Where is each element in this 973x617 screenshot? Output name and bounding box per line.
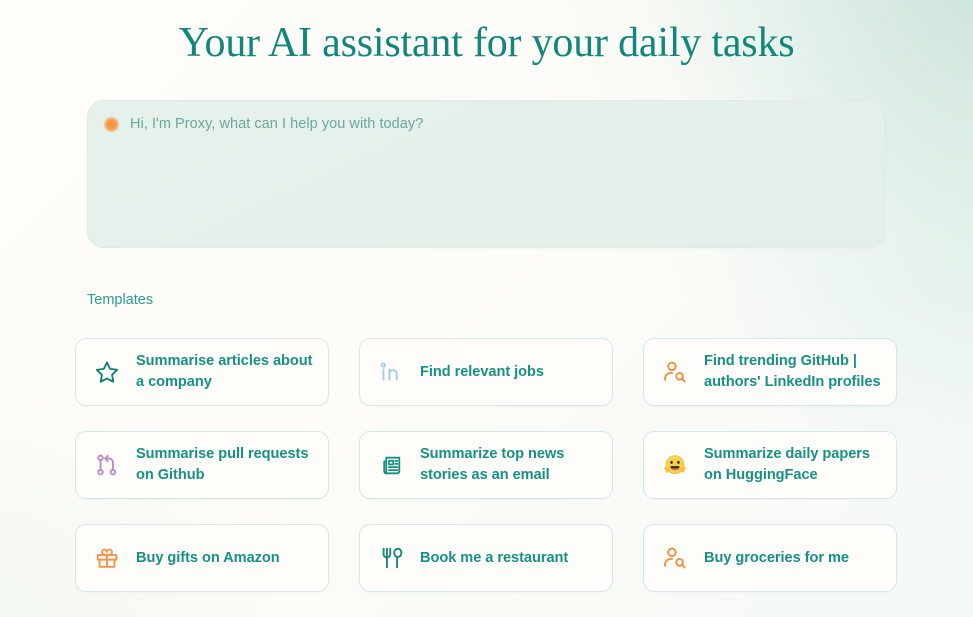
hugging-face-emoji-icon [660, 450, 690, 480]
git-pull-request-icon [92, 450, 122, 480]
utensils-icon [376, 543, 406, 573]
star-icon [92, 357, 122, 387]
chat-input-box[interactable]: Hi, I'm Proxy, what can I help you with … [87, 100, 885, 248]
template-card-label: Find relevant jobs [420, 363, 544, 380]
template-card-summarize-news[interactable]: Summarize top news stories as an email [359, 431, 613, 499]
chat-input-row: Hi, I'm Proxy, what can I help you with … [104, 113, 868, 135]
template-card-summarise-articles[interactable]: Summarise articles about a company [75, 338, 329, 406]
person-search-icon [660, 357, 690, 387]
chat-input-placeholder: Hi, I'm Proxy, what can I help you with … [130, 116, 424, 132]
template-card-label: Summarise articles about a company [136, 353, 313, 390]
proxy-orb-icon [104, 116, 119, 132]
linkedin-icon [376, 357, 406, 387]
template-card-buy-groceries[interactable]: Buy groceries for me [643, 524, 897, 592]
template-card-summarize-hf-papers[interactable]: Summarize daily papers on HuggingFace [643, 431, 897, 499]
template-card-summarise-pull-requests[interactable]: Summarise pull requests on Github [75, 431, 329, 499]
template-card-find-github-authors[interactable]: Find trending GitHub | authors' LinkedIn… [643, 338, 897, 406]
templates-section-label: Templates [87, 292, 154, 308]
newspaper-icon [376, 450, 406, 480]
person-search-icon [660, 543, 690, 573]
template-card-label: Summarize daily papers on HuggingFace [704, 446, 870, 483]
template-card-label: Book me a restaurant [420, 549, 569, 566]
page-title: Your AI assistant for your daily tasks [178, 20, 795, 66]
templates-grid: Summarise articles about a company Find … [75, 338, 899, 592]
template-card-label: Summarise pull requests on Github [136, 446, 309, 483]
template-card-buy-gifts[interactable]: Buy gifts on Amazon [75, 524, 329, 592]
template-card-find-jobs[interactable]: Find relevant jobs [359, 338, 613, 406]
template-card-label: Find trending GitHub | authors' LinkedIn… [704, 353, 881, 390]
page-root: Your AI assistant for your daily tasks H… [0, 0, 973, 617]
gift-icon [92, 543, 122, 573]
template-card-label: Buy groceries for me [704, 549, 849, 566]
template-card-label: Buy gifts on Amazon [136, 549, 280, 566]
template-card-label: Summarize top news stories as an email [420, 446, 565, 483]
template-card-book-restaurant[interactable]: Book me a restaurant [359, 524, 613, 592]
